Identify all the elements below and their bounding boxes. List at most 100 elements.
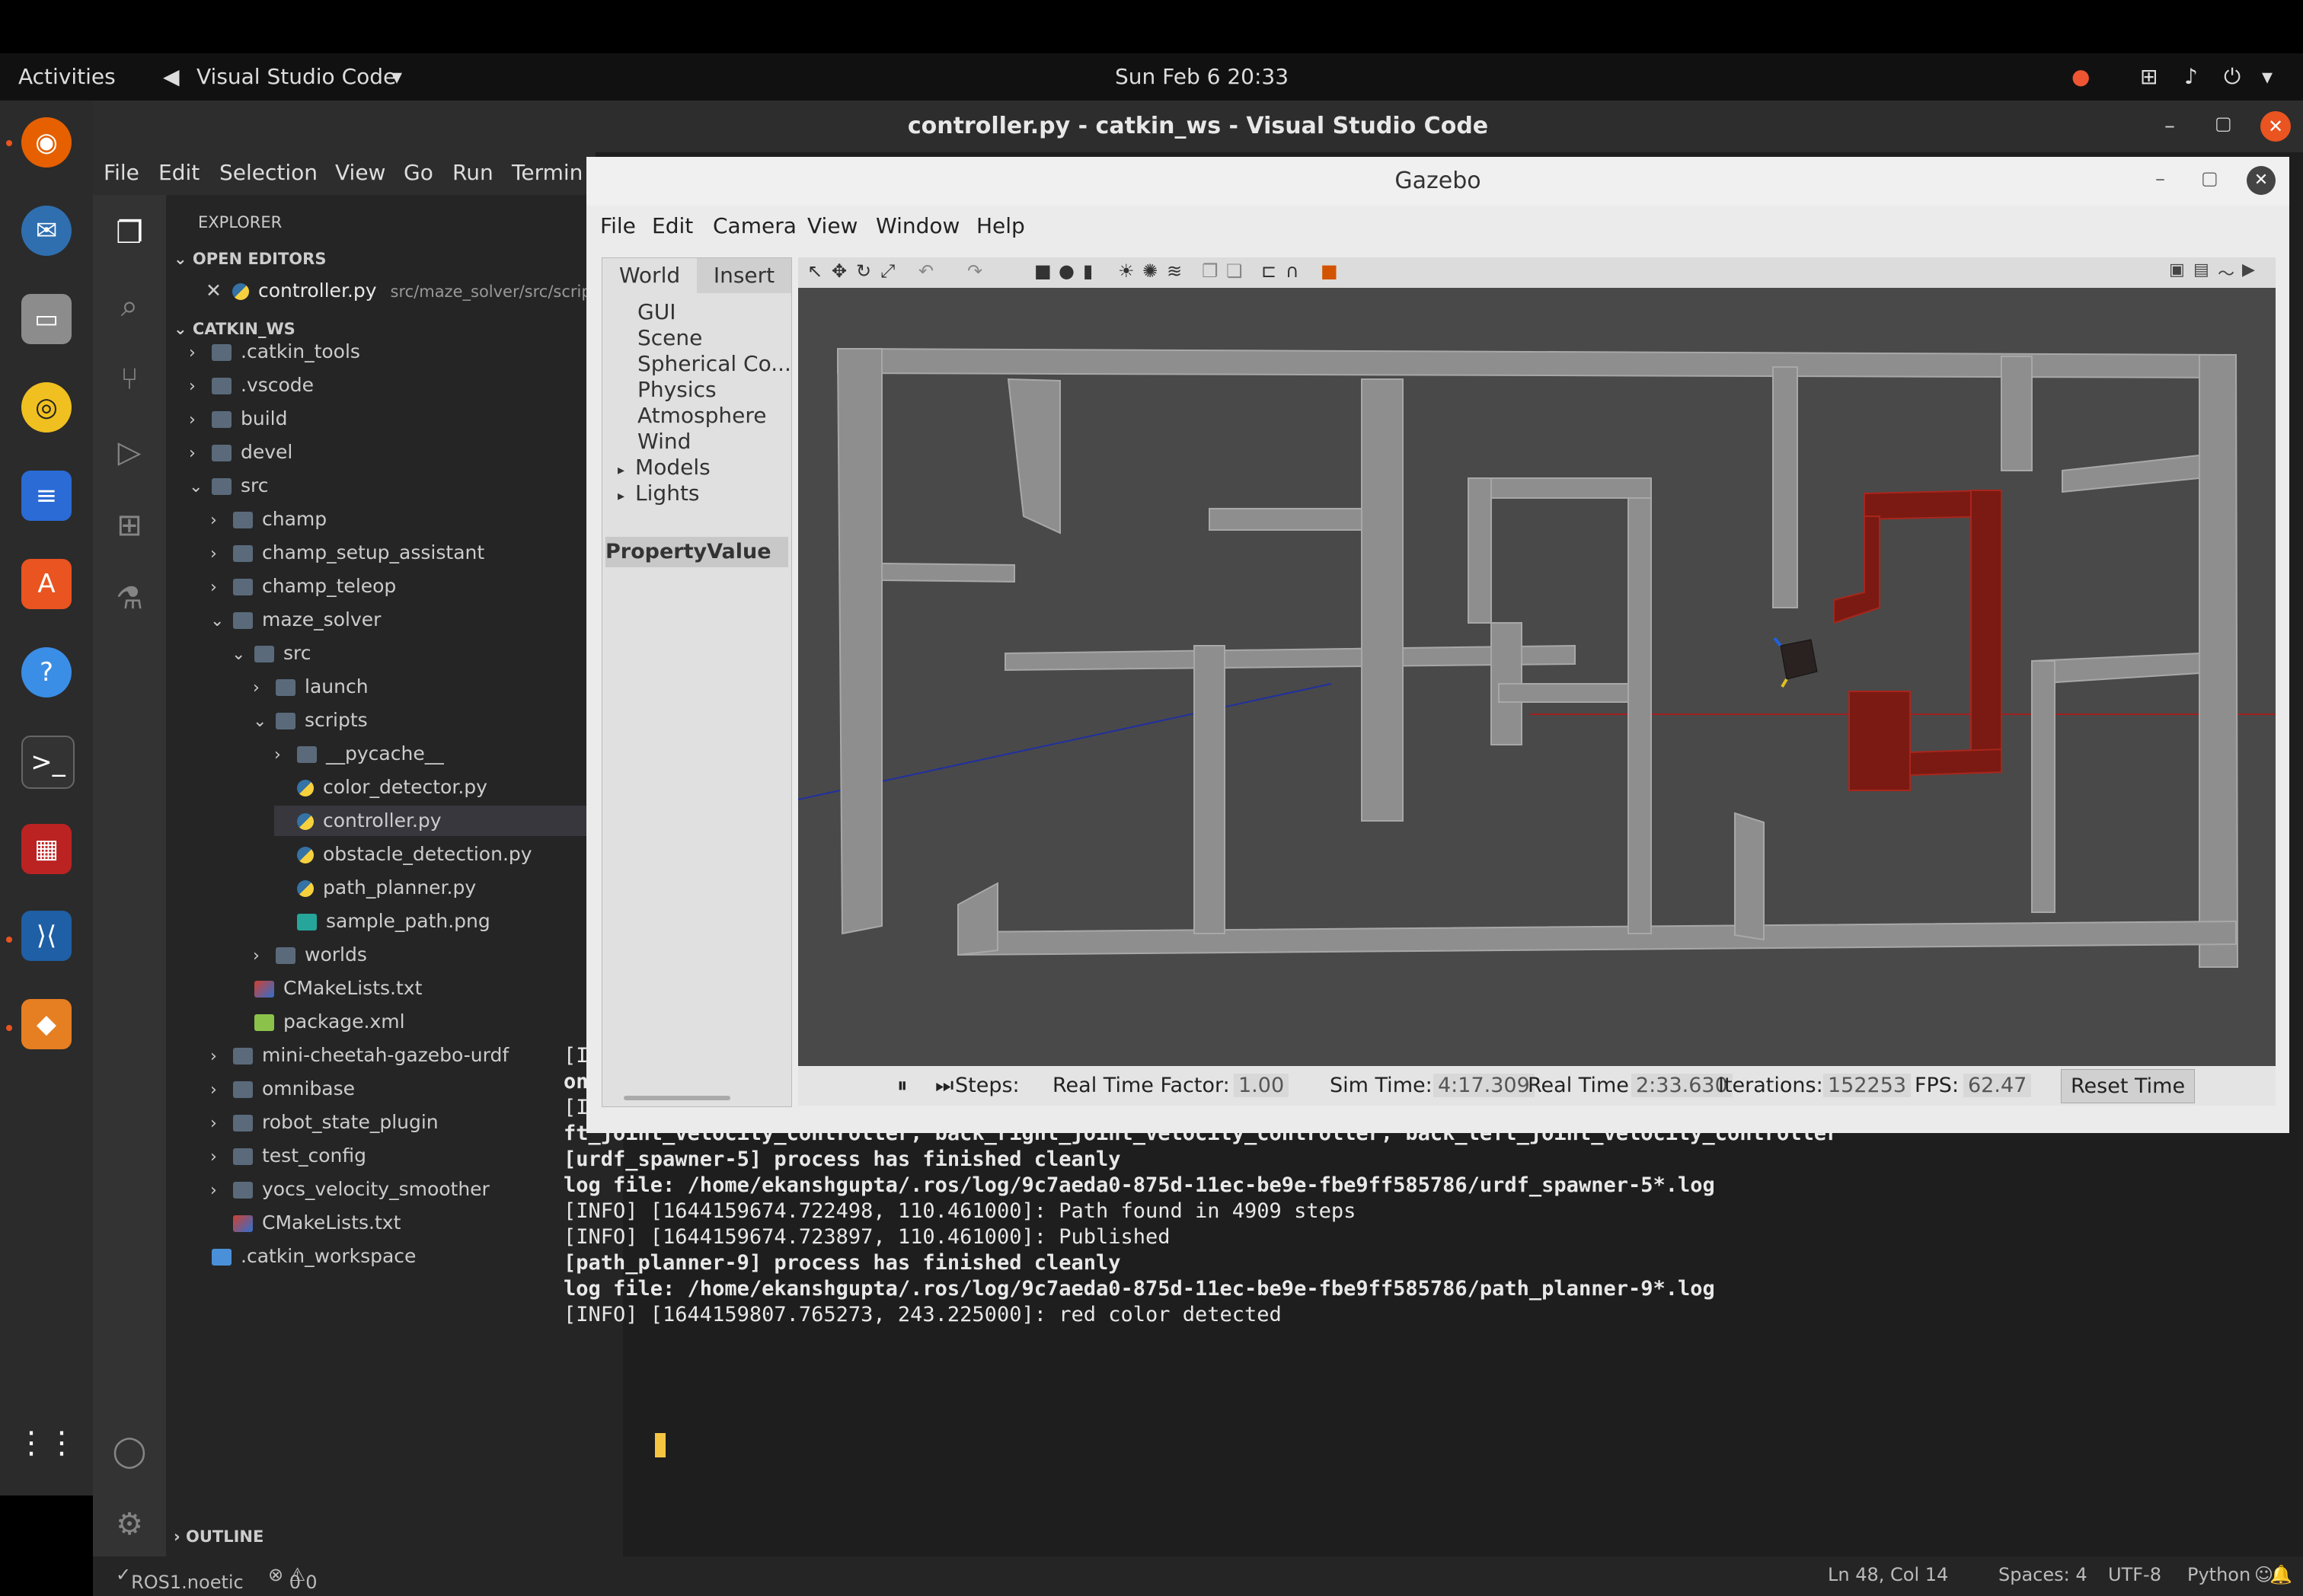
sphere-shape-icon[interactable]: ● — [1059, 260, 1075, 282]
source-control-icon[interactable]: ⑂ — [107, 356, 152, 402]
tree-item[interactable]: › champ_setup_assistant — [210, 538, 623, 568]
tree-item[interactable]: ⌄ src — [232, 638, 623, 669]
outline-header[interactable]: › OUTLINE — [174, 1527, 264, 1546]
files-icon[interactable]: ▭ — [21, 294, 72, 344]
world-item-wind[interactable]: Wind — [637, 429, 691, 454]
world-item-atmosphere[interactable]: Atmosphere — [637, 403, 767, 428]
rotate-tool-icon[interactable]: ↻ — [856, 260, 871, 282]
align-icon[interactable]: ⊏ — [1261, 260, 1276, 282]
problems-status[interactable]: ⊗ 0 ⚠ 0 — [268, 1564, 318, 1593]
settings-gear-icon[interactable]: ⚙ — [107, 1502, 152, 1547]
point-light-icon[interactable]: ✺ — [1142, 260, 1158, 282]
spot-light-icon[interactable]: ≋ — [1167, 260, 1182, 282]
maximize-icon[interactable]: ▢ — [2215, 113, 2232, 134]
pause-icon[interactable]: ⏸ — [897, 1074, 908, 1098]
account-icon[interactable]: ◯ — [107, 1428, 152, 1474]
select-tool-icon[interactable]: ↖ — [807, 260, 822, 282]
paste-icon[interactable]: ❏ — [1226, 260, 1243, 282]
testing-icon[interactable]: ⚗ — [107, 576, 152, 621]
tree-item[interactable]: › champ — [210, 504, 623, 535]
tree-item[interactable]: › build — [189, 404, 623, 434]
step-icon[interactable]: ⏭ — [935, 1074, 953, 1098]
chevron-down-icon[interactable]: ▾ — [391, 64, 402, 89]
run-debug-icon[interactable]: ▷ — [107, 429, 152, 475]
tree-item[interactable]: ⌄ maze_solver — [210, 605, 623, 635]
tree-item[interactable]: CMakeLists.txt — [232, 973, 623, 1004]
ros-status[interactable]: ✓ ROS1.noetic — [116, 1564, 244, 1593]
software-center-icon[interactable]: A — [21, 559, 72, 609]
terminal-icon[interactable]: >_ — [21, 736, 75, 789]
tree-item[interactable]: path_planner.py — [274, 873, 623, 903]
tree-item[interactable]: › devel — [189, 437, 623, 468]
vscode-icon[interactable]: ⟩⟨ — [21, 911, 72, 961]
bell-icon[interactable]: 🔔 — [2269, 1564, 2292, 1585]
translate-tool-icon[interactable]: ✥ — [832, 260, 847, 282]
menu-edit[interactable]: Edit — [158, 160, 200, 185]
thunderbird-icon[interactable]: ✉ — [21, 206, 72, 256]
tree-item[interactable]: ⌄ src — [189, 471, 623, 501]
cylinder-shape-icon[interactable]: ▮ — [1083, 260, 1093, 282]
gz-menu-camera[interactable]: Camera — [713, 213, 797, 238]
box-shape-icon[interactable]: ■ — [1034, 260, 1052, 282]
tree-item[interactable]: ⌄ scripts — [253, 705, 623, 736]
tree-item[interactable]: › mini-cheetah-gazebo-urdf — [210, 1040, 623, 1071]
gz-menu-file[interactable]: File — [600, 213, 636, 238]
tree-item[interactable]: › robot_state_plugin — [210, 1107, 623, 1138]
explorer-icon[interactable]: ❐ — [107, 210, 152, 256]
scale-tool-icon[interactable]: ⤢ — [880, 260, 895, 282]
app-menu-button[interactable]: Visual Studio Code — [196, 64, 396, 89]
undo-icon[interactable]: ↶ — [918, 260, 934, 282]
change-view-icon[interactable]: ■ — [1321, 260, 1338, 282]
snap-icon[interactable]: ∩ — [1286, 260, 1299, 282]
activities-button[interactable]: Activities — [18, 64, 116, 89]
tree-item[interactable]: › .vscode — [189, 370, 623, 401]
menu-run[interactable]: Run — [452, 160, 494, 185]
gz-menu-help[interactable]: Help — [976, 213, 1025, 238]
world-item-lights[interactable]: ▸ Lights — [618, 480, 700, 506]
indentation[interactable]: Spaces: 4 — [1998, 1564, 2087, 1585]
tree-item[interactable]: › launch — [253, 672, 623, 702]
firefox-icon[interactable]: ◉ — [21, 117, 72, 168]
gz-menu-edit[interactable]: Edit — [652, 213, 693, 238]
tab-insert[interactable]: Insert — [697, 258, 791, 293]
chevron-down-icon[interactable]: ▾ — [2262, 64, 2273, 89]
video-icon[interactable]: ▶ — [2242, 260, 2255, 279]
minimize-icon[interactable]: – — [2164, 113, 2175, 138]
writer-icon[interactable]: ≡ — [21, 471, 72, 521]
tree-item[interactable]: CMakeLists.txt — [210, 1208, 623, 1238]
alert-icon[interactable]: ● — [2071, 64, 2090, 89]
maximize-icon[interactable]: ▢ — [2201, 168, 2218, 189]
log-icon[interactable]: ▤ — [2193, 260, 2209, 279]
close-icon[interactable]: ✕ — [206, 279, 222, 302]
sun-light-icon[interactable]: ☀ — [1118, 260, 1135, 282]
tree-item[interactable]: › worlds — [253, 940, 623, 970]
menu-selection[interactable]: Selection — [219, 160, 318, 185]
tree-item[interactable]: › yocs_velocity_smoother — [210, 1174, 623, 1205]
help-icon[interactable]: ? — [21, 647, 72, 697]
monitor-app-icon[interactable]: ▦ — [21, 824, 72, 874]
tree-item[interactable]: .catkin_workspace — [189, 1241, 623, 1272]
world-item-spherical[interactable]: Spherical Co... — [637, 351, 791, 376]
power-icon[interactable]: ⏻ — [2224, 64, 2241, 90]
workspace-header[interactable]: ⌄ CATKIN_WS — [174, 320, 295, 338]
tab-world[interactable]: World — [602, 258, 697, 293]
gz-menu-view[interactable]: View — [807, 213, 858, 238]
menu-file[interactable]: File — [104, 160, 139, 185]
tree-item[interactable]: › .catkin_tools — [189, 337, 623, 367]
extensions-icon[interactable]: ⊞ — [107, 503, 152, 548]
minimize-icon[interactable]: – — [2155, 168, 2165, 190]
gazebo-icon[interactable]: ◆ — [21, 999, 72, 1049]
gazebo-3d-viewport[interactable]: ↖ ✥ ↻ ⤢ ↶ ↷ ■ ● ▮ ☀ ✺ ≋ ❐ ❏ ⊏ ∩ ■ ▣ ▤ 〜 … — [798, 257, 2276, 1106]
close-icon[interactable]: ✕ — [2260, 111, 2291, 142]
tree-item[interactable]: controller.py — [274, 806, 623, 836]
cursor-position[interactable]: Ln 48, Col 14 — [1828, 1564, 1948, 1585]
tree-item[interactable]: obstacle_detection.py — [274, 839, 623, 870]
menu-terminal[interactable]: Termin — [512, 160, 583, 185]
world-item-physics[interactable]: Physics — [637, 377, 717, 402]
open-editor-item[interactable]: ✕ controller.py src/maze_solver/src/scrip — [206, 276, 592, 306]
gz-menu-window[interactable]: Window — [876, 213, 960, 238]
screenshot-icon[interactable]: ▣ — [2169, 260, 2185, 279]
language-mode[interactable]: Python — [2187, 1564, 2250, 1585]
reset-time-button[interactable]: Reset Time — [2061, 1069, 2196, 1103]
rhythmbox-icon[interactable]: ◎ — [21, 382, 72, 433]
